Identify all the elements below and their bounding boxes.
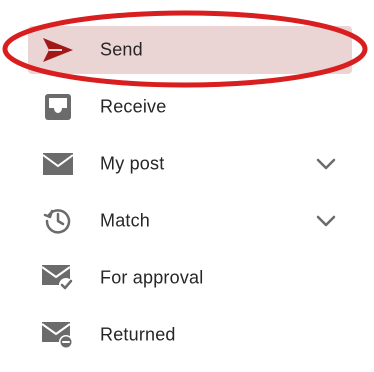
send-icon (42, 34, 74, 66)
sidebar-item-label: Send (100, 39, 143, 60)
sidebar-item-returned[interactable]: Returned (28, 311, 352, 359)
clock-history-icon (42, 205, 74, 237)
sidebar-item-label: For approval (100, 267, 204, 288)
sidebar-item-match[interactable]: Match (28, 197, 352, 245)
sidebar-item-for-approval[interactable]: For approval (28, 254, 352, 302)
mail-icon (42, 148, 74, 180)
mail-minus-icon (42, 319, 74, 351)
sidebar-item-label: My post (100, 153, 165, 174)
inbox-icon (42, 91, 74, 123)
chevron-down-icon[interactable] (314, 152, 338, 176)
chevron-down-icon[interactable] (314, 209, 338, 233)
sidebar-nav: Send Receive My post Match For approval … (0, 0, 374, 372)
sidebar-item-receive[interactable]: Receive (28, 83, 352, 131)
sidebar-item-label: Returned (100, 324, 176, 345)
mail-check-icon (42, 262, 74, 294)
sidebar-item-label: Receive (100, 96, 167, 117)
sidebar-item-my-post[interactable]: My post (28, 140, 352, 188)
sidebar-item-send[interactable]: Send (28, 26, 352, 74)
sidebar-item-label: Match (100, 210, 151, 231)
